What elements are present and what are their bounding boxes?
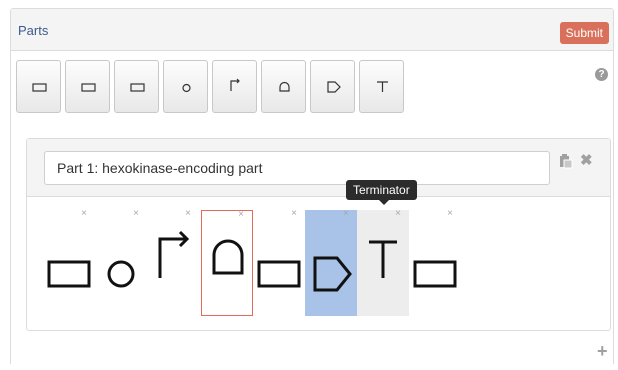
palette-terminator-button[interactable] <box>359 60 404 113</box>
slot-cds[interactable]: × <box>253 208 305 316</box>
rbs-icon <box>182 83 191 93</box>
cds-icon <box>47 260 91 288</box>
close-icon[interactable]: ✖ <box>580 151 593 169</box>
part-track: × × × × × × × × <box>27 198 610 330</box>
cds-icon <box>32 83 47 92</box>
palette-rbs-button[interactable] <box>163 60 208 113</box>
slot-terminator-hovered[interactable]: × <box>357 208 409 316</box>
promoter-icon <box>158 230 190 278</box>
part-card: Part 1: hexokinase-encoding part ✖ × × ×… <box>26 138 611 331</box>
palette-cds-arrow-button[interactable] <box>310 60 355 113</box>
insulator-icon <box>279 81 290 92</box>
terminator-icon <box>369 240 397 278</box>
slot-cds[interactable]: × <box>43 208 95 316</box>
cds-icon <box>130 83 145 92</box>
promoter-icon <box>230 78 240 91</box>
submit-button[interactable]: Submit <box>559 22 609 44</box>
rbs-icon <box>107 260 135 288</box>
palette-cds-button[interactable] <box>16 60 61 113</box>
slot-cds-arrow-highlighted[interactable]: × <box>305 208 357 316</box>
slot-insulator-selected[interactable]: × <box>201 209 253 316</box>
cds-arrow-icon <box>313 256 352 292</box>
cds-icon <box>413 260 457 288</box>
cds-arrow-icon <box>327 81 341 93</box>
part-name-field[interactable]: Part 1: hexokinase-encoding part <box>44 151 550 185</box>
terminator-icon <box>377 81 388 92</box>
palette-insulator-button[interactable] <box>261 60 306 113</box>
panel-title: Parts <box>18 23 49 38</box>
slot-cds[interactable]: × <box>409 208 461 316</box>
cds-icon <box>81 83 96 92</box>
palette-cds-button[interactable] <box>65 60 110 113</box>
paste-icon[interactable] <box>559 153 573 169</box>
add-part-icon[interactable]: + <box>597 341 608 362</box>
slot-promoter[interactable]: × <box>147 208 199 316</box>
insulator-icon <box>212 239 244 275</box>
palette-promoter-button[interactable] <box>212 60 257 113</box>
tooltip-arrow <box>379 200 389 205</box>
part-header: Part 1: hexokinase-encoding part ✖ <box>27 139 610 197</box>
cds-icon <box>257 260 301 288</box>
help-icon[interactable]: ? <box>595 68 608 81</box>
palette-cds-button[interactable] <box>114 60 159 113</box>
panel-header: Parts Submit <box>11 9 613 51</box>
terminator-tooltip: Terminator <box>346 180 417 200</box>
slot-rbs[interactable]: × <box>95 208 147 316</box>
